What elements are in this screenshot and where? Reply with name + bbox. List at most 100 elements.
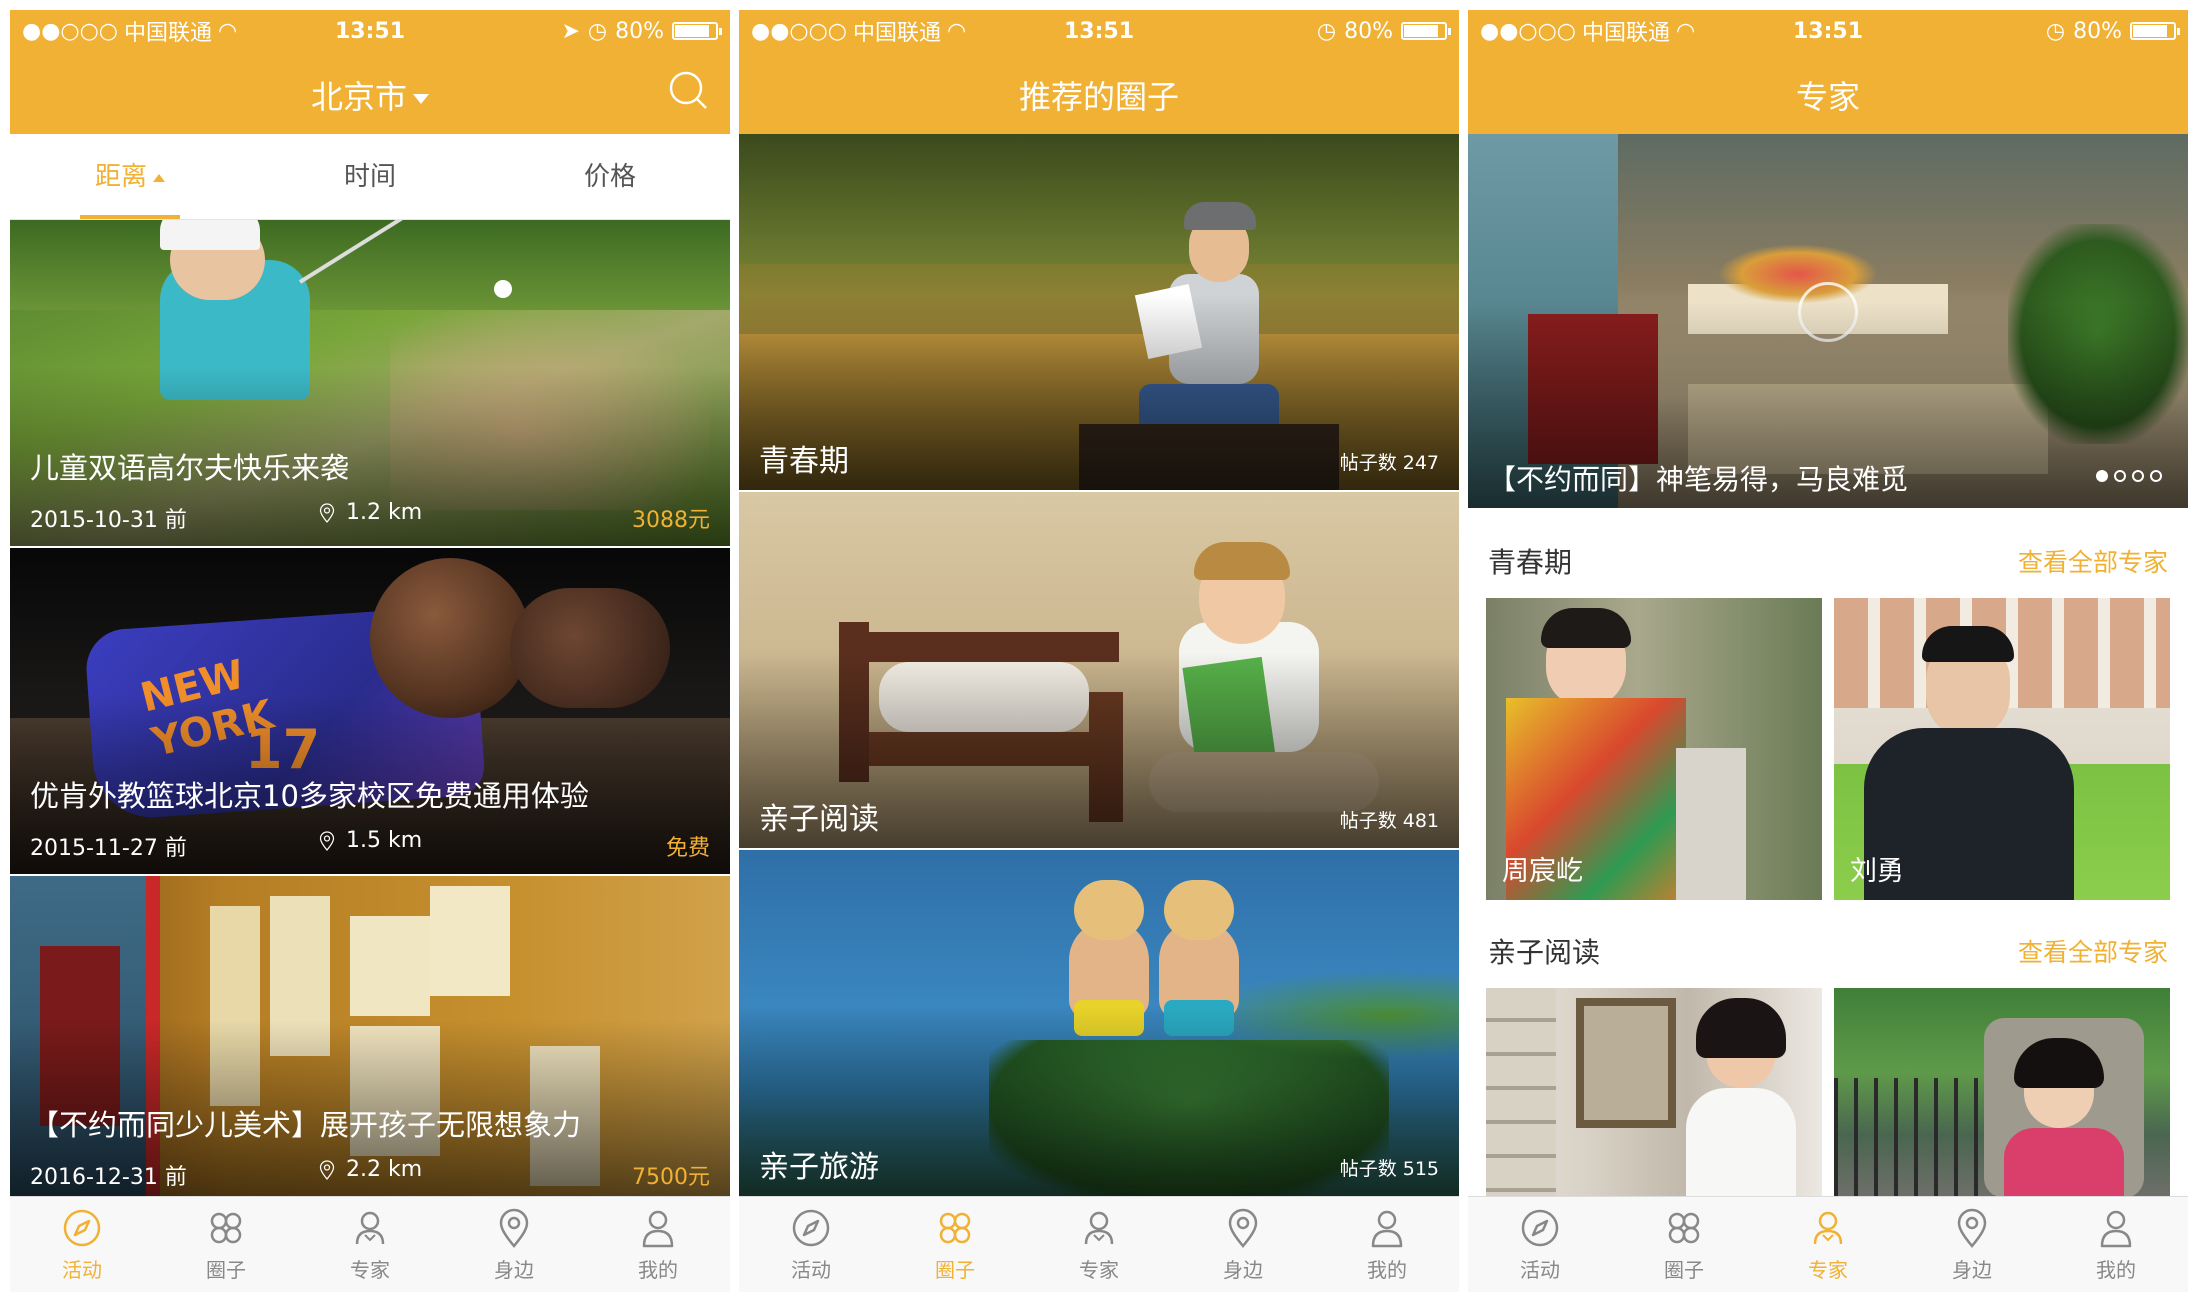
- section-header: 亲子阅读 查看全部专家: [1488, 926, 2168, 976]
- sort-tabs: 距离 时间 价格: [10, 134, 730, 220]
- location-icon: ➤: [561, 18, 580, 44]
- distance-label: 1.5 km: [346, 828, 423, 853]
- wifi-icon: ◠: [1676, 18, 1696, 44]
- tab-experts[interactable]: 专家: [1027, 1197, 1171, 1292]
- battery-icon: [2130, 22, 2180, 40]
- crafts: [1718, 244, 1878, 304]
- section-title: 亲子阅读: [1488, 936, 1601, 969]
- location-pin-icon: [316, 501, 338, 525]
- section-title: 青春期: [1488, 546, 1573, 579]
- tab-circles[interactable]: 圈子: [154, 1197, 298, 1292]
- signal-icon: ●●○○○: [22, 18, 118, 44]
- event-title: 【不约而同少儿美术】展开孩子无限想象力: [30, 1108, 582, 1142]
- tab-nearby[interactable]: 身边: [1171, 1197, 1315, 1292]
- expert-icon: [348, 1206, 392, 1250]
- tab-price[interactable]: 价格: [490, 134, 730, 219]
- bookshelf: [1486, 988, 1556, 1198]
- tab-circles[interactable]: 圈子: [883, 1197, 1027, 1292]
- event-price: 3088元: [632, 508, 710, 533]
- page-dot: [2150, 470, 2162, 482]
- circle-card[interactable]: 亲子旅游 帖子数 515: [739, 850, 1459, 1196]
- expert-name: 周宸屹: [1502, 856, 1583, 887]
- post-count: 帖子数 515: [1339, 1158, 1439, 1180]
- tab-label: 圈子: [1664, 1258, 1704, 1282]
- status-bar: ●●○○○ 中国联通 ◠ 13:51 ◷ 80%: [1468, 10, 2188, 52]
- tab-activities[interactable]: 活动: [10, 1197, 154, 1292]
- event-price: 7500元: [632, 1165, 710, 1190]
- tab-nearby[interactable]: 身边: [1900, 1197, 2044, 1292]
- carrier-label: 中国联通: [1581, 21, 1670, 46]
- painting: [350, 916, 430, 1016]
- event-title: 优肯外教篮球北京10多家校区免费通用体验: [30, 779, 589, 813]
- tab-bar: 活动 圈子 专家 身边 我的: [10, 1196, 730, 1292]
- search-icon[interactable]: [666, 68, 710, 112]
- tab-distance[interactable]: 距离: [10, 134, 250, 219]
- tab-nearby[interactable]: 身边: [442, 1197, 586, 1292]
- circle-card[interactable]: 青春期 帖子数 247: [739, 134, 1459, 490]
- tab-circles[interactable]: 圈子: [1612, 1197, 1756, 1292]
- stone-railing: [1676, 748, 1746, 900]
- tab-label: 专家: [350, 1258, 390, 1282]
- tab-activities[interactable]: 活动: [739, 1197, 883, 1292]
- tab-experts[interactable]: 专家: [298, 1197, 442, 1292]
- tab-experts[interactable]: 专家: [1756, 1197, 1900, 1292]
- expert-name: 刘勇: [1850, 856, 1904, 887]
- tab-label: 时间: [343, 162, 396, 192]
- event-price: 免费: [665, 836, 710, 861]
- expert-icon: [1806, 1206, 1850, 1250]
- tab-activities[interactable]: 活动: [1468, 1197, 1612, 1292]
- photo-background: [739, 134, 1459, 264]
- circles-icon: [204, 1206, 248, 1250]
- circle-card[interactable]: 亲子阅读 帖子数 481: [739, 492, 1459, 848]
- page-dot: [2114, 470, 2126, 482]
- view-all-experts-link[interactable]: 查看全部专家: [2018, 933, 2168, 969]
- event-title: 儿童双语高尔夫快乐来袭: [30, 451, 350, 485]
- wifi-icon: ◠: [218, 18, 238, 44]
- expert-hair: [1541, 608, 1631, 648]
- city-selector[interactable]: 北京市: [10, 72, 730, 118]
- painting: [430, 886, 510, 996]
- event-card[interactable]: 【不约而同少儿美术】展开孩子无限想象力 2016-12-31 前 2.2 km …: [10, 876, 730, 1196]
- city-label: 北京市: [310, 78, 407, 116]
- section-header: 青春期 查看全部专家: [1488, 536, 2168, 586]
- view-all-experts-link[interactable]: 查看全部专家: [2018, 543, 2168, 579]
- page-dot: [2132, 470, 2144, 482]
- expert-card[interactable]: 周宸屹: [1486, 598, 1822, 900]
- sort-up-icon: [153, 173, 165, 182]
- circle-name: 青春期: [759, 444, 849, 479]
- tab-me[interactable]: 我的: [2044, 1197, 2188, 1292]
- carousel-indicator: [2096, 470, 2162, 482]
- tab-time[interactable]: 时间: [250, 134, 490, 219]
- expert-card[interactable]: [1834, 988, 2170, 1198]
- circle-name: 亲子阅读: [759, 802, 879, 837]
- battery-label: 80%: [1344, 18, 1393, 44]
- alarm-icon: ◷: [587, 18, 608, 44]
- status-bar: ●●○○○ 中国联通 ◠ 13:51 ◷ 80%: [739, 10, 1459, 52]
- event-distance: 1.5 km: [316, 828, 422, 853]
- distance-label: 2.2 km: [346, 1157, 423, 1182]
- banner-carousel[interactable]: 【不约而同】神笔易得，马良难觅: [1468, 134, 2188, 508]
- event-date: 2015-10-31 前: [30, 508, 187, 533]
- expert-card[interactable]: 刘勇: [1834, 598, 2170, 900]
- event-date: 2015-11-27 前: [30, 836, 187, 861]
- compass-icon: [60, 1206, 104, 1250]
- expert-card[interactable]: [1486, 988, 1822, 1198]
- child-head: [1164, 880, 1234, 940]
- user-icon: [1365, 1206, 1409, 1250]
- golfer-cap: [160, 220, 260, 250]
- event-card[interactable]: NEW YORK 17 优肯外教篮球北京10多家校区免费通用体验 2015-11…: [10, 548, 730, 874]
- expert-shirt: [1686, 1088, 1796, 1198]
- wifi-icon: ◠: [947, 18, 967, 44]
- circles-icon: [933, 1206, 977, 1250]
- event-card[interactable]: 儿童双语高尔夫快乐来袭 2015-10-31 前 1.2 km 3088元: [10, 220, 730, 546]
- photo-background: [10, 220, 730, 310]
- painting-frame: [1576, 998, 1676, 1128]
- circles-icon: [1662, 1206, 1706, 1250]
- tab-bar: 活动 圈子 专家 身边 我的: [1468, 1196, 2188, 1292]
- carrier-label: 中国联通: [123, 21, 212, 46]
- tab-label: 我的: [2096, 1258, 2136, 1282]
- boy-cap: [1184, 202, 1256, 230]
- tab-me[interactable]: 我的: [586, 1197, 730, 1292]
- tab-me[interactable]: 我的: [1315, 1197, 1459, 1292]
- chevron-down-icon: [413, 94, 429, 104]
